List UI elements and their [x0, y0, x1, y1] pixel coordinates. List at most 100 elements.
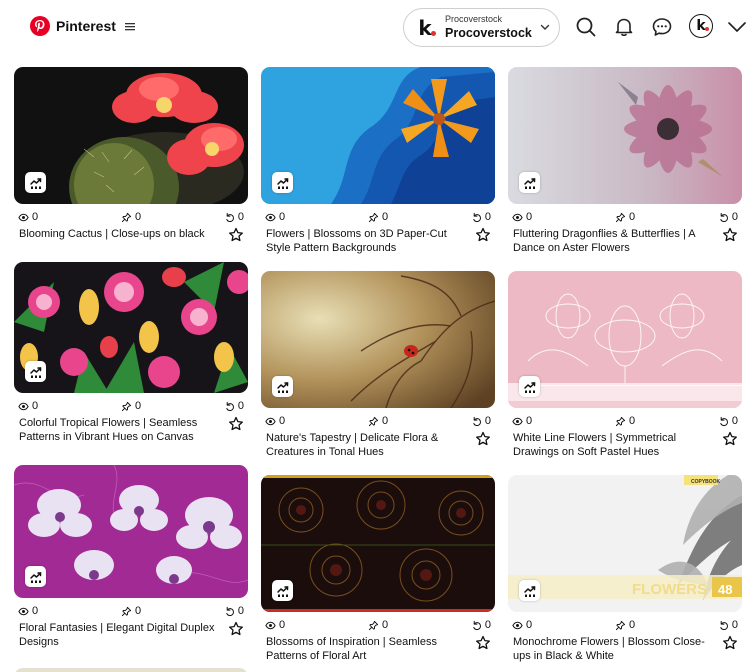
- star-icon[interactable]: [475, 635, 491, 651]
- star-icon[interactable]: [228, 227, 244, 243]
- pin-image-lineflowers[interactable]: [508, 271, 742, 408]
- pin-title[interactable]: Floral Fantasies | Elegant Digital Duple…: [19, 621, 222, 649]
- account-name: Procoverstock: [445, 26, 532, 40]
- views-count: 0: [32, 605, 39, 617]
- pins-count: 0: [382, 211, 389, 223]
- pins-count: 0: [629, 619, 636, 631]
- pin-stats-button[interactable]: [519, 376, 540, 397]
- copybook-label: COPYBOOK: [691, 479, 721, 485]
- pin-icon: [615, 212, 626, 223]
- menu-icon[interactable]: [124, 20, 135, 33]
- pin-image-blossoms[interactable]: [261, 475, 495, 612]
- star-icon[interactable]: [722, 227, 738, 243]
- ladybug-branch-image: [261, 271, 495, 408]
- pin-stats-button[interactable]: [272, 376, 293, 397]
- chevron-down-icon[interactable]: [727, 18, 747, 36]
- saves-count: 0: [484, 415, 491, 427]
- pin-stats-button[interactable]: [519, 580, 540, 601]
- eye-icon: [265, 212, 276, 223]
- save-icon: [718, 212, 729, 223]
- eye-icon: [512, 416, 523, 427]
- next-pin-peek: [14, 668, 248, 672]
- save-icon: [718, 620, 729, 631]
- pin-stats-button[interactable]: [25, 361, 46, 382]
- pin-title[interactable]: Flowers | Blossoms on 3D Paper-Cut Style…: [266, 227, 469, 255]
- eye-icon: [18, 212, 29, 223]
- pin-image-orchids[interactable]: [14, 465, 248, 598]
- saves-count: 0: [237, 400, 244, 412]
- views-count: 0: [279, 415, 286, 427]
- brand[interactable]: Pinterest: [30, 16, 135, 36]
- pin-stats-button[interactable]: [25, 172, 46, 193]
- pin-image-tapestry[interactable]: [261, 271, 495, 408]
- stats-icon: [29, 570, 43, 584]
- views-count: 0: [526, 415, 533, 427]
- top-bar: Pinterest k Procoverstock Procoverstock …: [0, 0, 754, 56]
- pin-title[interactable]: Colorful Tropical Flowers | Seamless Pat…: [19, 416, 222, 444]
- account-label: Procoverstock: [445, 14, 503, 24]
- stats-icon: [523, 176, 537, 190]
- star-icon[interactable]: [228, 416, 244, 432]
- pin-stats-button[interactable]: [25, 566, 46, 587]
- pin-title[interactable]: Blossoms of Inspiration | Seamless Patte…: [266, 635, 469, 663]
- stats-icon: [29, 365, 43, 379]
- pin-image-papercut[interactable]: [261, 67, 495, 204]
- pin-icon: [368, 620, 379, 631]
- saves-count: 0: [484, 619, 491, 631]
- aster-butterflies-image: [508, 67, 742, 204]
- save-icon: [224, 606, 235, 617]
- save-icon: [224, 401, 235, 412]
- pin-card[interactable]: 0 0 0 Nature's Tapestry | Delicate Flora…: [261, 271, 495, 459]
- star-icon[interactable]: [722, 635, 738, 651]
- pin-image-tropical[interactable]: [14, 262, 248, 393]
- views-count: 0: [32, 400, 39, 412]
- views-count: 0: [32, 211, 39, 223]
- pin-icon: [368, 212, 379, 223]
- pin-card[interactable]: 0 0 0 White Line Flowers | Symmetrical D…: [508, 271, 742, 459]
- save-icon: [471, 212, 482, 223]
- star-icon[interactable]: [228, 621, 244, 637]
- save-icon: [471, 620, 482, 631]
- star-icon[interactable]: [475, 431, 491, 447]
- pin-stats-button[interactable]: [272, 580, 293, 601]
- bell-icon[interactable]: [613, 16, 635, 38]
- pin-card[interactable]: 0 0 0 Floral Fantasies | Elegant Digital…: [14, 465, 248, 649]
- pin-title[interactable]: Nature's Tapestry | Delicate Flora & Cre…: [266, 431, 469, 459]
- pin-card[interactable]: 0 0 0 Fluttering Dragonflies & Butterfli…: [508, 67, 742, 255]
- eye-icon: [18, 401, 29, 412]
- cactus-image: [14, 67, 248, 204]
- pin-image-cactus[interactable]: [14, 67, 248, 204]
- stats-icon: [523, 584, 537, 598]
- account-switcher[interactable]: k Procoverstock Procoverstock: [403, 8, 560, 47]
- pin-icon: [615, 620, 626, 631]
- search-icon[interactable]: [575, 16, 597, 38]
- pin-card[interactable]: 0 0 0 Colorful Tropical Flowers | Seamle…: [14, 262, 248, 444]
- pin-stats-button[interactable]: [272, 172, 293, 193]
- pin-title[interactable]: Blooming Cactus | Close-ups on black: [19, 227, 222, 241]
- pin-icon: [368, 416, 379, 427]
- pins-count: 0: [629, 415, 636, 427]
- saves-count: 0: [237, 605, 244, 617]
- eye-icon: [265, 416, 276, 427]
- pin-card[interactable]: 0 0 0 Blossoms of Inspiration | Seamless…: [261, 475, 495, 663]
- star-icon[interactable]: [475, 227, 491, 243]
- pin-card[interactable]: COPYBOOK FLOWERS 48 0 0 0 Monochrome Flo…: [508, 475, 742, 663]
- pin-image-aster[interactable]: [508, 67, 742, 204]
- avatar[interactable]: k: [689, 14, 713, 38]
- save-icon: [471, 416, 482, 427]
- star-icon[interactable]: [722, 431, 738, 447]
- pins-count: 0: [135, 400, 142, 412]
- chat-icon[interactable]: [651, 16, 673, 38]
- pin-card[interactable]: 0 0 0 Flowers | Blossoms on 3D Paper-Cut…: [261, 67, 495, 255]
- pin-title[interactable]: Fluttering Dragonflies & Butterflies | A…: [513, 227, 716, 255]
- pin-card[interactable]: 0 0 0 Blooming Cactus | Close-ups on bla…: [14, 67, 248, 241]
- pin-image-monochrome[interactable]: COPYBOOK FLOWERS 48: [508, 475, 742, 612]
- papercut-flower-image: [261, 67, 495, 204]
- pin-stats-button[interactable]: [519, 172, 540, 193]
- stats-icon: [29, 176, 43, 190]
- pin-icon: [121, 606, 132, 617]
- pin-title[interactable]: White Line Flowers | Symmetrical Drawing…: [513, 431, 716, 459]
- views-count: 0: [526, 619, 533, 631]
- stats-icon: [276, 176, 290, 190]
- pin-title[interactable]: Monochrome Flowers | Blossom Close-ups i…: [513, 635, 716, 663]
